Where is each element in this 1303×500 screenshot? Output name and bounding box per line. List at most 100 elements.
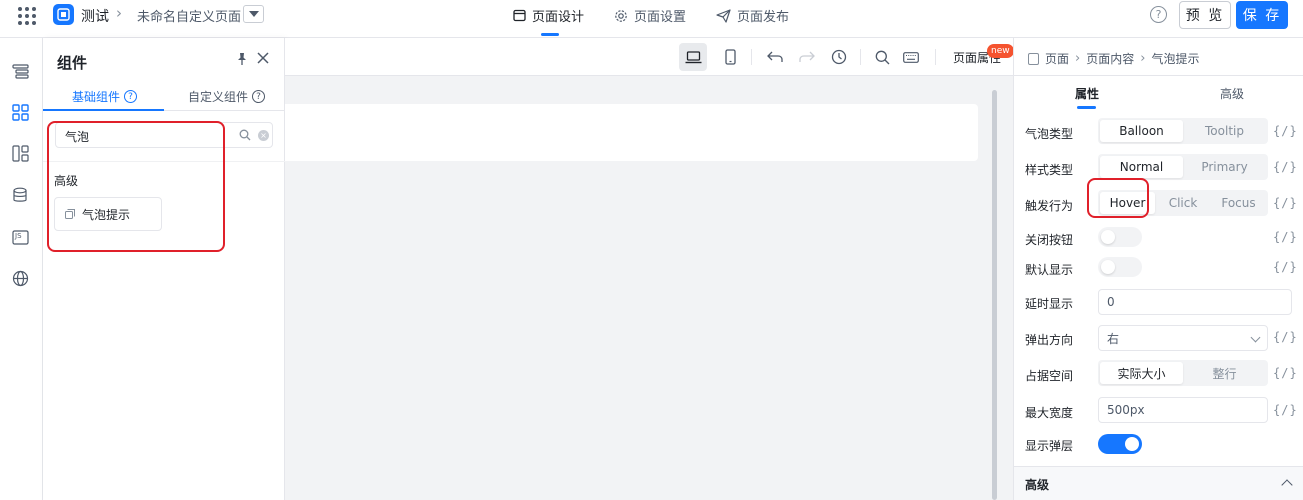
redo-icon [799, 51, 815, 62]
top-bar: 测试 › 未命名自定义页面 页面设计 页面设置 页面发布 ? 预 览 保 存 [0, 0, 1303, 38]
clear-icon[interactable]: × [258, 130, 269, 141]
switch-knob [1101, 260, 1115, 274]
divider [1014, 75, 1303, 76]
component-panel-title: 组件 [57, 54, 88, 72]
divider [751, 49, 752, 65]
active-tab-indicator [1077, 106, 1096, 109]
help-icon[interactable]: ? [1150, 6, 1167, 23]
js-label: JS [15, 232, 22, 240]
default-visible-switch[interactable] [1098, 257, 1142, 277]
app-grid-icon[interactable] [18, 7, 36, 25]
globe-icon[interactable] [11, 269, 30, 288]
tab-label: 自定义组件 [188, 90, 249, 104]
show-popup-switch[interactable] [1098, 434, 1142, 454]
advanced-section-header[interactable]: 高级 [1014, 466, 1303, 500]
save-button[interactable]: 保 存 [1236, 1, 1288, 29]
app-name[interactable]: 测试 [81, 6, 109, 26]
trigger-label: 触发行为 [1025, 199, 1074, 213]
option-full-row[interactable]: 整行 [1183, 362, 1266, 384]
close-button-label: 关闭按钮 [1025, 233, 1074, 247]
expression-binding-button[interactable]: {/} [1273, 260, 1298, 274]
show-popup-label: 显示弹层 [1025, 439, 1074, 453]
expression-binding-button[interactable]: {/} [1273, 124, 1298, 138]
mobile-icon [724, 49, 736, 65]
redo-button[interactable] [793, 43, 821, 71]
datasource-icon[interactable] [11, 186, 30, 205]
expression-binding-button[interactable]: {/} [1273, 160, 1298, 174]
expression-binding-button[interactable]: {/} [1273, 230, 1298, 244]
canvas-container-block[interactable] [285, 104, 978, 161]
breadcrumb-item[interactable]: 页面 [1045, 50, 1069, 67]
balloon-type-label: 气泡类型 [1025, 127, 1074, 141]
layout-templates-icon[interactable] [11, 144, 30, 163]
components-icon[interactable] [11, 103, 30, 122]
expression-binding-button[interactable]: {/} [1273, 403, 1298, 417]
close-button-switch[interactable] [1098, 227, 1142, 247]
switch-knob [1101, 230, 1115, 244]
highlight-box [1087, 178, 1149, 218]
align-select[interactable]: 右 [1098, 325, 1268, 351]
gear-icon [615, 9, 627, 22]
option-balloon[interactable]: Balloon [1100, 120, 1183, 142]
tab-basic-components[interactable]: 基础组件 ? [72, 88, 138, 105]
option-focus[interactable]: Focus [1211, 192, 1266, 214]
default-visible-label: 默认显示 [1025, 263, 1074, 277]
canvas-toolbar: 页面属性 new [285, 38, 1014, 76]
desktop-view-button[interactable] [679, 43, 707, 71]
divider [860, 49, 861, 65]
js-icon[interactable]: JS [11, 228, 30, 247]
canvas-scrollbar[interactable] [992, 90, 997, 500]
delay-input[interactable]: 0 [1098, 289, 1292, 315]
expression-binding-button[interactable]: {/} [1273, 330, 1298, 344]
page-icon [1028, 52, 1039, 65]
breadcrumb-item[interactable]: 页面内容 [1086, 50, 1134, 67]
option-click[interactable]: Click [1155, 192, 1211, 214]
align-value: 右 [1107, 331, 1120, 346]
delay-value: 0 [1107, 295, 1115, 309]
option-actual-size[interactable]: 实际大小 [1100, 362, 1183, 384]
balloon-type-segmented: Balloon Tooltip [1098, 118, 1268, 144]
align-label: 弹出方向 [1025, 333, 1074, 347]
history-button[interactable] [825, 43, 853, 71]
preview-button[interactable]: 预 览 [1179, 1, 1231, 29]
option-primary[interactable]: Primary [1183, 156, 1266, 178]
tab-label: 页面发布 [737, 10, 790, 25]
divider [935, 49, 936, 65]
expression-binding-button[interactable]: {/} [1273, 196, 1298, 210]
design-canvas[interactable] [285, 76, 1013, 500]
tab-advanced[interactable]: 高级 [1220, 85, 1244, 102]
tab-custom-components[interactable]: 自定义组件 ? [188, 88, 266, 105]
tab-page-settings[interactable]: 页面设置 [614, 6, 686, 25]
max-width-label: 最大宽度 [1025, 406, 1074, 420]
occupy-segmented: 实际大小 整行 [1098, 360, 1268, 386]
app-logo-icon [53, 4, 74, 25]
layout-icon [513, 9, 526, 22]
mobile-view-button[interactable] [716, 43, 744, 71]
help-icon: ? [124, 90, 138, 103]
tab-label: 页面设置 [634, 10, 687, 25]
search-button[interactable] [868, 43, 896, 71]
max-width-input[interactable]: 500px [1098, 397, 1268, 423]
undo-button[interactable] [761, 43, 789, 71]
outline-icon[interactable] [11, 62, 30, 81]
caret-down-icon [248, 11, 259, 17]
page-name[interactable]: 未命名自定义页面 [137, 6, 241, 25]
keyboard-icon [903, 51, 919, 63]
close-icon[interactable] [256, 51, 270, 65]
help-icon: ? [252, 90, 266, 103]
chevron-right-icon: › [1075, 51, 1081, 66]
pin-icon[interactable] [235, 52, 249, 66]
tab-label: 页面设计 [532, 10, 585, 25]
tab-label: 基础组件 [72, 90, 121, 104]
option-tooltip[interactable]: Tooltip [1183, 120, 1266, 142]
chevron-up-icon [1281, 479, 1293, 491]
tab-page-design[interactable]: 页面设计 [513, 6, 584, 25]
option-normal[interactable]: Normal [1100, 156, 1183, 178]
tab-page-publish[interactable]: 页面发布 [716, 6, 789, 25]
shortcuts-button[interactable] [897, 43, 925, 71]
laptop-icon [685, 50, 701, 63]
tab-properties[interactable]: 属性 [1075, 85, 1099, 102]
breadcrumb-item[interactable]: 气泡提示 [1151, 50, 1199, 67]
page-dropdown-button[interactable] [243, 5, 264, 23]
expression-binding-button[interactable]: {/} [1273, 366, 1298, 380]
